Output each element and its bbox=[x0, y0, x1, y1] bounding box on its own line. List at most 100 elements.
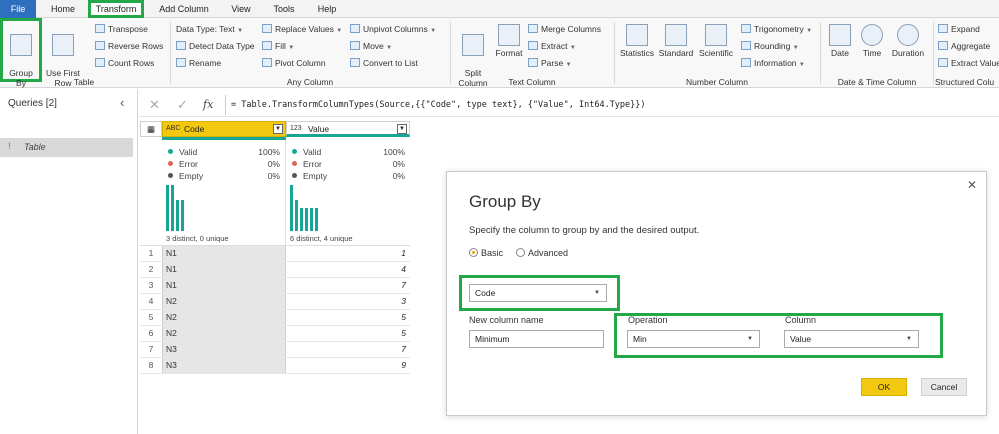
column-header-value[interactable]: 123 Value ▼ bbox=[286, 121, 410, 137]
row-number: 1 bbox=[140, 246, 162, 261]
distribution-bar[interactable] bbox=[315, 208, 318, 231]
operation-select[interactable]: Min ▼ bbox=[627, 330, 760, 348]
cell-code[interactable]: N3 bbox=[162, 342, 286, 357]
table-row[interactable]: 5 N2 5 bbox=[140, 310, 410, 326]
menu-add-column[interactable]: Add Column bbox=[150, 0, 218, 18]
cell-value[interactable]: 7 bbox=[286, 342, 410, 357]
rename-button[interactable]: Rename bbox=[176, 56, 221, 70]
cell-value[interactable]: 1 bbox=[286, 246, 410, 261]
table-row[interactable]: 3 N1 7 bbox=[140, 278, 410, 294]
date-button[interactable]: Date bbox=[826, 24, 854, 58]
table-row[interactable]: 4 N2 3 bbox=[140, 294, 410, 310]
table-row[interactable]: 2 N1 4 bbox=[140, 262, 410, 278]
cell-code[interactable]: N1 bbox=[162, 262, 286, 277]
trigonometry-button[interactable]: Trigonometry ▼ bbox=[741, 22, 812, 36]
menu-help[interactable]: Help bbox=[308, 0, 346, 18]
cancel-button[interactable]: Cancel bbox=[921, 378, 967, 396]
data-grid: ▦ ABC Code ▼ 123 Value ▼ Valid 100% Erro… bbox=[140, 121, 410, 376]
cell-value[interactable]: 3 bbox=[286, 294, 410, 309]
aggregate-button[interactable]: Aggregate bbox=[938, 39, 990, 53]
data-type-dropdown[interactable]: Data Type: Text ▼ bbox=[176, 22, 243, 36]
text-type-icon[interactable]: ABC bbox=[166, 122, 180, 136]
distribution-bar[interactable] bbox=[166, 185, 169, 231]
table-row[interactable]: 7 N3 7 bbox=[140, 342, 410, 358]
chevron-down-icon: ▼ bbox=[798, 62, 805, 68]
table-row[interactable]: 1 N1 1 bbox=[140, 246, 410, 262]
scientific-button[interactable]: Scientific bbox=[697, 24, 735, 58]
fx-icon[interactable]: fx bbox=[203, 98, 213, 111]
query-item-table[interactable]: ! Table bbox=[0, 138, 133, 157]
expand-button[interactable]: Expand bbox=[938, 22, 980, 36]
cell-value[interactable]: 5 bbox=[286, 326, 410, 341]
number-type-icon[interactable]: 123 bbox=[290, 122, 302, 136]
ribbon: Group By Use First Row as Headers Transp… bbox=[0, 18, 999, 98]
detect-data-type-button[interactable]: Detect Data Type bbox=[176, 39, 255, 53]
row-number: 2 bbox=[140, 262, 162, 277]
close-icon[interactable]: ✕ bbox=[967, 178, 977, 192]
duration-button[interactable]: Duration bbox=[888, 24, 928, 58]
distribution-bar[interactable] bbox=[171, 185, 174, 231]
time-button[interactable]: Time bbox=[858, 24, 886, 58]
statistics-button[interactable]: Statistics bbox=[618, 24, 656, 58]
count-rows-button[interactable]: Count Rows bbox=[95, 56, 154, 70]
distribution-bar[interactable] bbox=[181, 200, 184, 231]
cell-code[interactable]: N2 bbox=[162, 326, 286, 341]
advanced-radio[interactable] bbox=[516, 248, 525, 257]
cancel-x-icon[interactable]: ✕ bbox=[149, 97, 160, 113]
extract-icon bbox=[528, 41, 538, 50]
rounding-button[interactable]: Rounding ▼ bbox=[741, 39, 799, 53]
pivot-column-button[interactable]: Pivot Column bbox=[262, 56, 326, 70]
collapse-chevron-icon[interactable]: ‹ bbox=[120, 95, 124, 110]
unpivot-columns-button[interactable]: Unpivot Columns ▼ bbox=[350, 22, 436, 36]
cell-code[interactable]: N3 bbox=[162, 358, 286, 373]
distribution-bar[interactable] bbox=[295, 200, 298, 231]
filter-dropdown-icon[interactable]: ▼ bbox=[397, 124, 407, 134]
distribution-bar[interactable] bbox=[300, 208, 303, 231]
extract-values-button[interactable]: Extract Values bbox=[938, 56, 999, 70]
column-header-code[interactable]: ABC Code ▼ bbox=[162, 121, 286, 137]
cell-code[interactable]: N2 bbox=[162, 294, 286, 309]
replace-values-button[interactable]: Replace Values ▼ bbox=[262, 22, 342, 36]
distribution-bar[interactable] bbox=[290, 185, 293, 231]
standard-button[interactable]: Standard bbox=[656, 24, 696, 58]
menu-view[interactable]: View bbox=[222, 0, 260, 18]
cell-value[interactable]: 5 bbox=[286, 310, 410, 325]
group-column-select[interactable]: Code ▼ bbox=[469, 284, 607, 302]
information-button[interactable]: Information ▼ bbox=[741, 56, 805, 70]
convert-to-list-button[interactable]: Convert to List bbox=[350, 56, 418, 70]
cell-code[interactable]: N1 bbox=[162, 246, 286, 261]
column-select[interactable]: Value ▼ bbox=[784, 330, 919, 348]
calendar-icon bbox=[829, 24, 851, 46]
menu-file[interactable]: File bbox=[0, 0, 36, 18]
table-row[interactable]: 8 N3 9 bbox=[140, 358, 410, 374]
merge-columns-button[interactable]: Merge Columns bbox=[528, 22, 601, 36]
parse-button[interactable]: Parse ▼ bbox=[528, 56, 572, 70]
cell-value[interactable]: 4 bbox=[286, 262, 410, 277]
menu-transform[interactable]: Transform bbox=[88, 0, 144, 18]
format-button[interactable]: Format bbox=[493, 24, 525, 58]
reverse-rows-button[interactable]: Reverse Rows bbox=[95, 39, 163, 53]
formula-input[interactable]: = Table.TransformColumnTypes(Source,{{"C… bbox=[231, 100, 646, 110]
cell-value[interactable]: 9 bbox=[286, 358, 410, 373]
table-menu-icon[interactable]: ▦ bbox=[140, 121, 162, 137]
move-button[interactable]: Move ▼ bbox=[350, 39, 392, 53]
commit-check-icon[interactable]: ✓ bbox=[177, 97, 188, 113]
standard-icon bbox=[665, 24, 687, 46]
filter-dropdown-icon[interactable]: ▼ bbox=[273, 124, 283, 134]
cell-code[interactable]: N1 bbox=[162, 278, 286, 293]
extract-button[interactable]: Extract ▼ bbox=[528, 39, 576, 53]
table-row[interactable]: 6 N2 5 bbox=[140, 326, 410, 342]
transpose-button[interactable]: Transpose bbox=[95, 22, 148, 36]
basic-radio[interactable] bbox=[469, 248, 478, 257]
ok-button[interactable]: OK bbox=[861, 378, 907, 396]
distribution-bar[interactable] bbox=[305, 208, 308, 231]
menu-home[interactable]: Home bbox=[44, 0, 82, 18]
menu-tools[interactable]: Tools bbox=[264, 0, 304, 18]
distribution-bar[interactable] bbox=[176, 200, 179, 231]
cell-code[interactable]: N2 bbox=[162, 310, 286, 325]
ribbon-separator bbox=[614, 22, 615, 84]
distribution-bar[interactable] bbox=[310, 208, 313, 231]
fill-button[interactable]: Fill ▼ bbox=[262, 39, 294, 53]
cell-value[interactable]: 7 bbox=[286, 278, 410, 293]
new-column-name-input[interactable]: Minimum bbox=[469, 330, 604, 348]
